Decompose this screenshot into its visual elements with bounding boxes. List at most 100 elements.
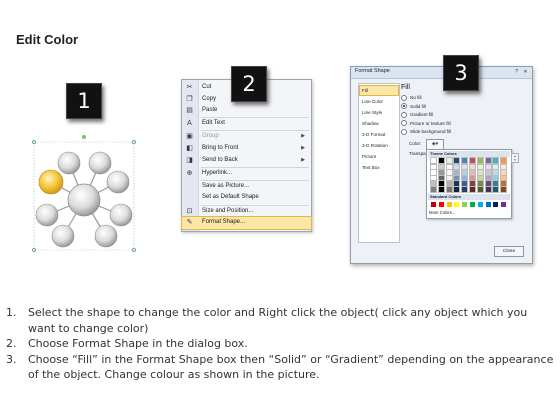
radio-button[interactable] bbox=[401, 103, 407, 110]
color-swatch[interactable] bbox=[445, 163, 453, 171]
more-colors-link[interactable]: More Colors... bbox=[429, 210, 455, 215]
color-swatch[interactable] bbox=[461, 157, 469, 164]
color-swatch[interactable] bbox=[500, 174, 508, 182]
color-swatch[interactable] bbox=[445, 186, 453, 193]
color-swatch[interactable] bbox=[484, 174, 492, 182]
close-icon[interactable]: ✕ bbox=[522, 69, 529, 75]
color-swatch[interactable] bbox=[461, 186, 469, 193]
color-swatch[interactable] bbox=[492, 180, 500, 188]
nav-item-text-box[interactable]: Text Box bbox=[360, 163, 398, 172]
color-swatch[interactable] bbox=[469, 174, 476, 182]
color-swatch[interactable] bbox=[469, 157, 476, 164]
color-swatch[interactable] bbox=[437, 180, 445, 188]
fill-option-slide-background-fill[interactable]: Slide background fill bbox=[401, 128, 451, 136]
color-swatch[interactable] bbox=[431, 202, 436, 207]
nav-item-line-color[interactable]: Line Color bbox=[360, 97, 398, 106]
outer-circle[interactable] bbox=[94, 224, 118, 248]
fill-option-gradient-fill[interactable]: Gradient fill bbox=[401, 111, 433, 119]
menu-item-send-to-back[interactable]: ◨ Send to Back ▶ bbox=[182, 155, 311, 167]
color-swatch[interactable] bbox=[470, 202, 475, 207]
color-swatch[interactable] bbox=[430, 180, 437, 188]
color-swatch[interactable] bbox=[461, 174, 469, 182]
color-swatch[interactable] bbox=[445, 169, 453, 177]
nav-item-shadow[interactable]: Shadow bbox=[360, 119, 398, 128]
color-swatch[interactable] bbox=[476, 186, 484, 193]
color-swatch[interactable] bbox=[484, 163, 492, 171]
menu-item-group[interactable]: ▣ Group ▶ bbox=[182, 131, 311, 143]
color-swatch[interactable] bbox=[461, 180, 469, 188]
color-swatch[interactable] bbox=[461, 169, 469, 177]
color-swatch[interactable] bbox=[484, 186, 492, 193]
outer-circle[interactable] bbox=[57, 151, 81, 175]
color-swatch[interactable] bbox=[485, 202, 491, 207]
color-swatch[interactable] bbox=[437, 163, 445, 171]
color-swatch[interactable] bbox=[469, 169, 476, 177]
nav-item-3-d-format[interactable]: 3-D Format bbox=[360, 130, 398, 139]
color-swatch[interactable] bbox=[492, 169, 500, 177]
color-swatch[interactable] bbox=[476, 180, 484, 188]
color-swatch[interactable] bbox=[484, 180, 492, 188]
menu-item-hyperlink[interactable]: ⊕ Hyperlink... bbox=[182, 168, 311, 180]
color-swatch[interactable] bbox=[501, 202, 507, 207]
color-swatch[interactable] bbox=[445, 157, 453, 164]
color-swatch[interactable] bbox=[453, 157, 461, 164]
radio-button[interactable] bbox=[401, 111, 407, 118]
color-swatch[interactable] bbox=[484, 157, 492, 164]
menu-item-paste[interactable]: ▤ Paste bbox=[182, 105, 311, 117]
close-button[interactable]: Close bbox=[494, 246, 524, 257]
outer-circle[interactable] bbox=[88, 151, 112, 175]
outer-circle[interactable] bbox=[35, 203, 59, 227]
rotation-handle[interactable] bbox=[82, 135, 86, 139]
color-swatch[interactable] bbox=[477, 202, 483, 207]
color-swatch[interactable] bbox=[437, 157, 445, 164]
color-swatch[interactable] bbox=[500, 157, 508, 164]
fill-option-picture-or-texture-fill[interactable]: Picture or texture fill bbox=[401, 120, 451, 128]
color-swatch[interactable] bbox=[492, 174, 500, 182]
radio-button[interactable] bbox=[401, 94, 407, 101]
radio-button[interactable] bbox=[401, 128, 407, 135]
color-swatch[interactable] bbox=[469, 186, 476, 193]
menu-item-size-and-position[interactable]: ⊡ Size and Position... bbox=[182, 206, 311, 218]
color-swatch[interactable] bbox=[453, 169, 461, 177]
selected-circle[interactable] bbox=[38, 169, 64, 195]
color-swatch[interactable] bbox=[492, 163, 500, 171]
outer-circle[interactable] bbox=[109, 203, 133, 227]
color-swatch[interactable] bbox=[493, 202, 499, 207]
color-swatch[interactable] bbox=[476, 174, 484, 182]
color-swatch[interactable] bbox=[430, 163, 437, 171]
resize-handle[interactable] bbox=[32, 140, 36, 144]
color-swatch[interactable] bbox=[430, 174, 437, 182]
color-swatch[interactable] bbox=[430, 169, 437, 177]
color-swatch[interactable] bbox=[484, 169, 492, 177]
resize-handle[interactable] bbox=[32, 248, 36, 252]
color-swatch[interactable] bbox=[453, 180, 461, 188]
nav-item-3-d-rotation[interactable]: 3-D Rotation bbox=[360, 141, 398, 150]
outer-circle[interactable] bbox=[51, 224, 75, 248]
color-swatch[interactable] bbox=[437, 169, 445, 177]
color-swatch[interactable] bbox=[476, 157, 484, 164]
color-swatch[interactable] bbox=[500, 186, 508, 193]
color-swatch[interactable] bbox=[445, 180, 453, 188]
color-swatch[interactable] bbox=[446, 202, 452, 207]
color-swatch[interactable] bbox=[461, 163, 469, 171]
fill-option-solid-fill[interactable]: Solid fill bbox=[401, 103, 426, 111]
menu-item-set-as-default-shape[interactable]: Set as Default Shape bbox=[182, 192, 311, 204]
color-swatch[interactable] bbox=[469, 163, 476, 171]
shape-cluster[interactable] bbox=[28, 130, 142, 255]
color-swatch[interactable] bbox=[476, 169, 484, 177]
color-swatch[interactable] bbox=[492, 186, 500, 193]
radio-button[interactable] bbox=[401, 120, 407, 127]
color-swatch[interactable] bbox=[492, 157, 500, 164]
color-swatch[interactable] bbox=[437, 186, 445, 193]
menu-item-save-as-picture[interactable]: Save as Picture... bbox=[182, 181, 311, 193]
center-circle[interactable] bbox=[67, 183, 101, 217]
menu-item-bring-to-front[interactable]: ◧ Bring to Front ▶ bbox=[182, 143, 311, 155]
color-swatch[interactable] bbox=[500, 180, 508, 188]
nav-item-line-style[interactable]: Line Style bbox=[360, 108, 398, 117]
resize-handle[interactable] bbox=[132, 248, 136, 252]
menu-item-edit-text[interactable]: A Edit Text bbox=[182, 118, 311, 130]
color-swatch[interactable] bbox=[500, 163, 508, 171]
fill-option-no-fill[interactable]: No fill bbox=[401, 94, 422, 102]
nav-item-fill[interactable]: Fill bbox=[359, 85, 399, 96]
outer-circle[interactable] bbox=[106, 170, 130, 194]
